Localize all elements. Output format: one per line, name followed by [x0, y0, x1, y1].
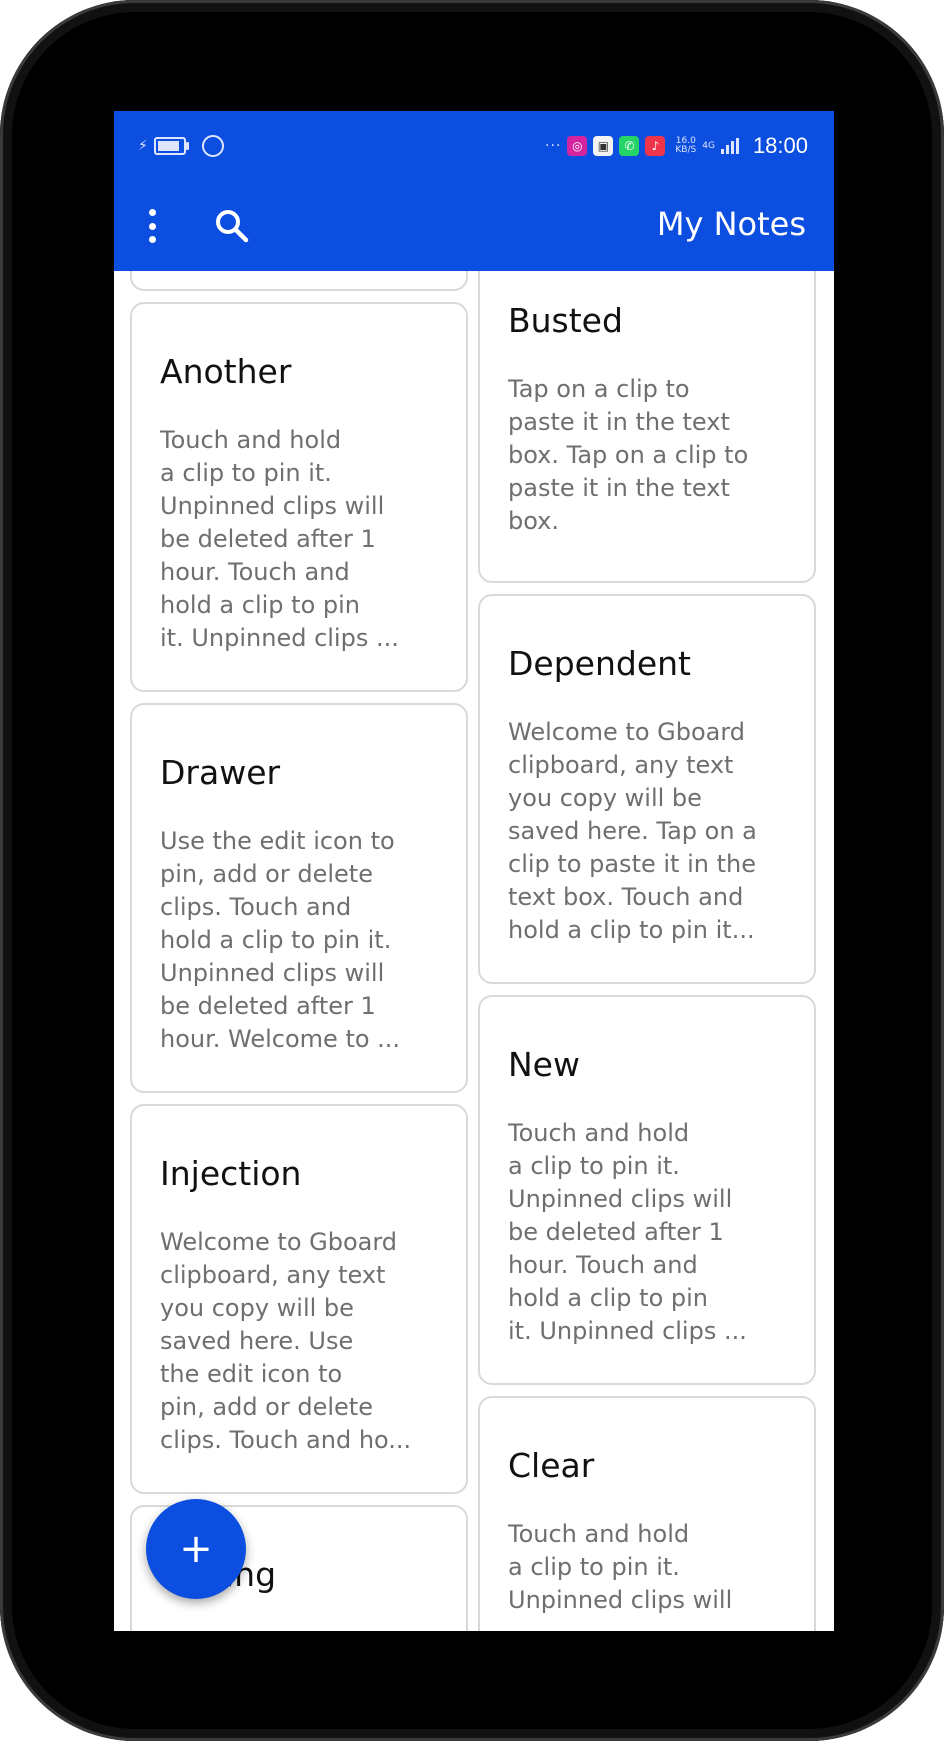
device: ⚡ ··· ◎ ▣ ✆ ♪ 16.0 KB/S 4G 18:00 My Note… [0, 0, 944, 1741]
note-body: Touch and hold a clip to pin it. Unpinne… [160, 426, 399, 652]
more-notifications-icon: ··· [545, 138, 562, 154]
search-icon[interactable] [212, 206, 252, 246]
note-title: Dependent [508, 644, 691, 683]
status-bar-right: ··· ◎ ▣ ✆ ♪ 16.0 KB/S 4G 18:00 [545, 133, 808, 159]
battery-fill [157, 141, 179, 151]
charging-icon: ⚡ [138, 138, 148, 154]
note-body: Welcome to Gboard clipboard, any text yo… [508, 718, 757, 944]
note-card-busted[interactable]: Busted Tap on a clip to paste it in the … [478, 271, 816, 583]
network-speed: 16.0 KB/S [675, 137, 696, 155]
network-speed-unit: KB/S [675, 145, 697, 155]
note-card-partial[interactable] [130, 271, 468, 291]
bot-icon: ▣ [593, 136, 614, 156]
note-card-drawer[interactable]: Drawer Use the edit icon to pin, add or … [130, 703, 468, 1093]
note-title: Clear [508, 1446, 595, 1485]
note-card-clear[interactable]: Clear Touch and hold a clip to pin it. U… [478, 1396, 816, 1631]
battery-icon [153, 137, 189, 155]
music-icon: ♪ [645, 136, 666, 156]
add-note-button[interactable]: + [146, 1499, 246, 1599]
network-type: 4G [702, 141, 715, 151]
note-title: Injection [160, 1154, 302, 1193]
note-card-another[interactable]: Another Touch and hold a clip to pin it.… [130, 302, 468, 692]
note-body: Touch and hold a clip to pin it. Unpinne… [508, 1119, 747, 1345]
whatsapp-icon: ✆ [619, 136, 640, 156]
status-bar: ⚡ ··· ◎ ▣ ✆ ♪ 16.0 KB/S 4G 18:00 [114, 111, 834, 181]
instagram-icon: ◎ [567, 136, 588, 156]
note-card-dependent[interactable]: Dependent Welcome to Gboard clipboard, a… [478, 594, 816, 984]
app-bar: My Notes [114, 181, 834, 271]
clock: 18:00 [752, 133, 808, 158]
note-body: Use the edit icon to pin, add or delete … [160, 827, 401, 1053]
add-icon: + [179, 1526, 213, 1572]
note-body: Tap on a clip to paste it in the text bo… [508, 375, 749, 535]
more-vertical-icon[interactable] [140, 209, 164, 243]
note-title: Busted [508, 301, 623, 340]
screen: ⚡ ··· ◎ ▣ ✆ ♪ 16.0 KB/S 4G 18:00 My Note… [114, 111, 834, 1631]
note-title: Drawer [160, 753, 281, 792]
alarm-icon [201, 135, 224, 157]
note-body: Welcome to Gboard clipboard, any text yo… [160, 1228, 412, 1454]
notes-grid: Another Touch and hold a clip to pin it.… [114, 271, 834, 1631]
note-title: Another [160, 352, 292, 391]
note-card-new[interactable]: New Touch and hold a clip to pin it. Unp… [478, 995, 816, 1385]
status-bar-left: ⚡ [138, 135, 224, 157]
page-title: My Notes [656, 205, 806, 243]
note-card-injection[interactable]: Injection Welcome to Gboard clipboard, a… [130, 1104, 468, 1494]
note-title: New [508, 1045, 580, 1084]
note-body: Touch and hold a clip to pin it. Unpinne… [508, 1520, 733, 1614]
signal-icon [720, 138, 739, 154]
